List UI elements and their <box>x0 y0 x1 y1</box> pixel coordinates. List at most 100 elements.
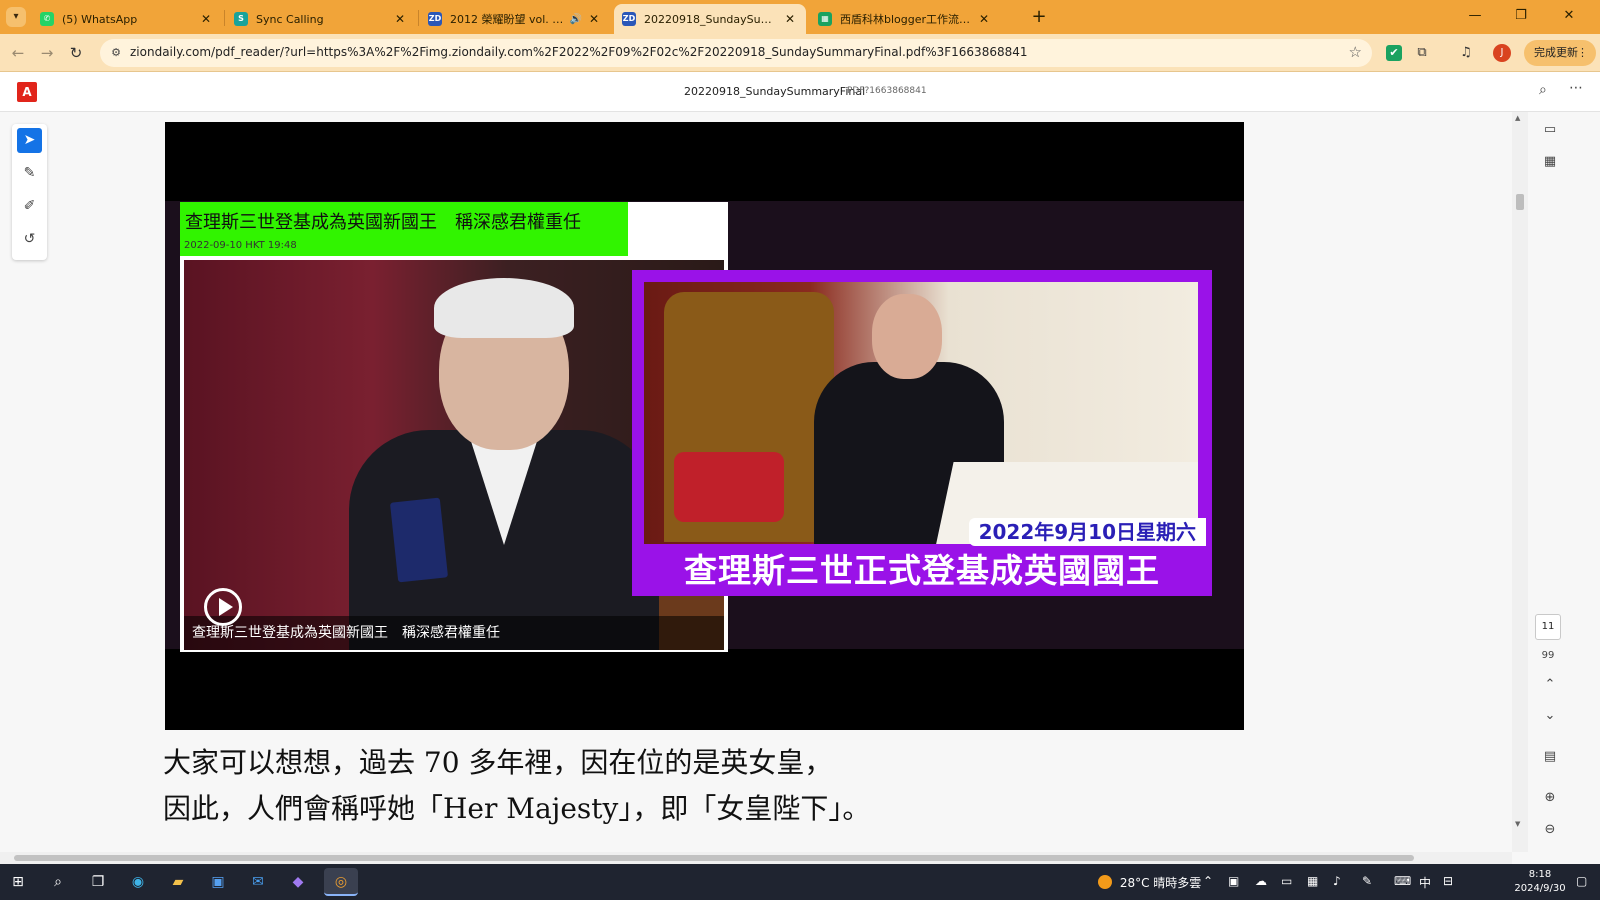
tab-sunday-summary-pdf[interactable]: ZD 20220918_SundaySummaryFi ✕ <box>614 4 806 34</box>
inset-title-banner: 查理斯三世正式登基成英國國王 <box>632 548 1212 594</box>
tab-zion-daily-vol-658[interactable]: ZD 2012 榮耀盼望 vol. 658 — 🔊 ✕ <box>420 4 610 34</box>
zion-daily-icon: ZD <box>428 12 442 26</box>
microsoft-store-icon[interactable]: ▣ <box>204 868 232 896</box>
tab-search-button[interactable]: ▾ <box>6 7 26 27</box>
video-caption: 查理斯三世登基成為英國新國王 稱深感君權重任 <box>192 625 500 641</box>
meet-now-icon[interactable]: ▣ <box>1228 874 1239 888</box>
weather-sun-icon <box>1098 875 1112 889</box>
restore-button[interactable]: ❐ <box>1498 0 1544 32</box>
task-view-icon[interactable]: ❐ <box>84 868 112 896</box>
browser-toolbar: ← → ↻ ⚙ ziondaily.com/pdf_reader/?url=ht… <box>0 34 1600 72</box>
right-tool-rail: ▭ ▦ 11 99 ⌃ ⌄ ▤ ⊕ ⊖ <box>1530 112 1570 852</box>
highlight-pen-icon[interactable]: ✐ <box>17 194 42 219</box>
paragraph-line: 大家可以想想，過去 70 多年裡，因在位的是英女皇， <box>163 746 833 779</box>
zoom-out-icon[interactable]: ⊖ <box>1540 820 1560 840</box>
weather-text: 28°C 晴時多雲 <box>1119 876 1202 890</box>
battery-icon[interactable]: ▭ <box>1281 874 1292 888</box>
close-icon[interactable]: ✕ <box>976 12 992 26</box>
annotation-toolbar: ➤ ✎ ✐ ↺ <box>12 124 47 260</box>
king-hair <box>434 278 574 338</box>
weather-widget[interactable]: 28°C 晴時多雲 <box>1098 874 1201 891</box>
chevron-up-icon[interactable]: ⌃ <box>1540 675 1560 695</box>
keyboard-icon[interactable]: ⌨ <box>1394 874 1411 888</box>
pdf-document-area[interactable]: 查理斯三世登基成為英國新國王 稱深感君權重任 2022-09-10 HKT 19… <box>55 112 1545 852</box>
document-paragraph: 大家可以想想，過去 70 多年裡，因在位的是英女皇， 因此，人們會稱呼她「Her… <box>163 740 870 832</box>
select-cursor-icon[interactable]: ➤ <box>17 128 42 153</box>
article-date: 2022-09-10 HKT 19:48 <box>184 240 297 251</box>
tab-title: (5) WhatsApp <box>62 12 138 26</box>
system-clock[interactable]: 8:18 2024/9/30 <box>1510 868 1570 896</box>
update-button[interactable]: 完成更新 ⋮ <box>1524 40 1596 66</box>
close-window-button[interactable]: ✕ <box>1546 0 1592 32</box>
update-label: 完成更新 <box>1534 46 1578 59</box>
address-bar[interactable]: ⚙ ziondaily.com/pdf_reader/?url=https%3A… <box>100 39 1372 67</box>
scroll-up-arrow-icon[interactable]: ▲ <box>1515 114 1520 122</box>
pdf-viewer-header: A 20220918_SundaySummaryFinal PDF?166386… <box>0 72 1600 112</box>
close-icon[interactable]: ✕ <box>782 12 798 26</box>
tab-sync-calling[interactable]: S Sync Calling ✕ <box>226 4 416 34</box>
extension-check-icon[interactable]: ✔ <box>1386 45 1402 61</box>
copilot-icon[interactable]: ◆ <box>284 868 312 896</box>
extensions-puzzle-icon[interactable]: ⧉ <box>1412 43 1432 63</box>
sync-calling-icon: S <box>234 12 248 26</box>
bookmark-star-icon[interactable]: ☆ <box>1349 43 1362 61</box>
close-icon[interactable]: ✕ <box>392 12 408 26</box>
site-info-icon[interactable]: ⚙ <box>108 45 124 61</box>
current-page-field[interactable]: 11 <box>1535 614 1561 640</box>
king-signing-photo <box>644 282 1198 544</box>
network-icon[interactable]: ▦ <box>1307 874 1318 888</box>
minimize-button[interactable]: — <box>1452 0 1498 32</box>
tab-google-sheets[interactable]: ▦ 西盾科林blogger工作流程 - Go ✕ <box>810 4 1000 34</box>
total-pages: 99 <box>1541 650 1555 661</box>
play-icon <box>204 588 242 626</box>
clock-date: 2024/9/30 <box>1514 883 1566 894</box>
forward-button[interactable]: → <box>37 43 57 63</box>
article-headline: 查理斯三世登基成為英國新國王 稱深感君權重任 <box>185 212 581 233</box>
inset-date-banner: 2022年9月10日星期六 <box>968 518 1206 546</box>
close-icon[interactable]: ✕ <box>198 12 214 26</box>
windows-start-icon[interactable]: ⊞ <box>4 868 32 896</box>
horizontal-scrollbar[interactable] <box>0 852 1512 864</box>
tab-title: 2012 榮耀盼望 vol. 658 — <box>450 13 566 26</box>
search-icon[interactable]: ⌕ <box>44 868 72 896</box>
tab-whatsapp[interactable]: ✆ (5) WhatsApp ✕ <box>32 4 222 34</box>
horizontal-scroll-thumb[interactable] <box>14 855 1414 861</box>
onedrive-cloud-icon[interactable]: ☁ <box>1255 874 1267 888</box>
input-method-icon[interactable]: ⊟ <box>1443 874 1453 888</box>
tab-strip: ▾ ✆ (5) WhatsApp ✕ S Sync Calling ✕ ZD 2… <box>0 0 1600 34</box>
profile-avatar[interactable]: J <box>1493 44 1511 62</box>
close-icon[interactable]: ✕ <box>586 12 602 26</box>
show-hidden-icons-icon[interactable]: ⌃ <box>1203 874 1213 888</box>
media-controls-icon[interactable]: ♫ <box>1456 43 1476 63</box>
tab-title: 西盾科林blogger工作流程 - Go <box>840 13 972 26</box>
notifications-icon[interactable]: ▢ <box>1576 874 1587 888</box>
reload-button[interactable]: ↻ <box>66 43 86 63</box>
ime-mode[interactable]: 中 <box>1419 874 1431 891</box>
edge-browser-icon[interactable]: ◉ <box>124 868 152 896</box>
tab-title: Sync Calling <box>256 12 324 26</box>
url-text[interactable]: ziondaily.com/pdf_reader/?url=https%3A%2… <box>130 45 1028 59</box>
thumbnails-grid-icon[interactable]: ▦ <box>1540 152 1560 172</box>
mail-icon[interactable]: ✉ <box>244 868 272 896</box>
volume-icon[interactable]: ♪ <box>1333 874 1341 888</box>
back-button[interactable]: ← <box>8 43 28 63</box>
new-tab-button[interactable]: + <box>1028 6 1050 28</box>
page-settings-icon[interactable]: ▤ <box>1540 747 1560 767</box>
whatsapp-icon: ✆ <box>40 12 54 26</box>
more-options-icon[interactable]: ⋯ <box>1569 80 1583 96</box>
paragraph-line: 因此，人們會稱呼她「Her Majesty」，即「女皇陛下」。 <box>163 792 871 825</box>
pen-icon[interactable]: ✎ <box>1362 874 1372 888</box>
speaker-icon[interactable]: 🔊 <box>570 14 582 25</box>
chrome-browser-icon[interactable]: ◎ <box>324 868 358 896</box>
file-explorer-icon[interactable]: ▰ <box>164 868 192 896</box>
clock-time: 8:18 <box>1528 869 1552 880</box>
search-icon[interactable]: ⌕ <box>1539 82 1547 98</box>
vertical-scroll-thumb[interactable] <box>1516 194 1524 210</box>
scroll-down-arrow-icon[interactable]: ▼ <box>1515 820 1520 828</box>
add-comment-icon[interactable]: ✎ <box>17 161 42 186</box>
zoom-in-icon[interactable]: ⊕ <box>1540 788 1560 808</box>
vertical-scrollbar[interactable]: ▲ ▼ <box>1512 112 1528 852</box>
chevron-down-icon[interactable]: ⌄ <box>1540 706 1560 726</box>
freehand-draw-icon[interactable]: ↺ <box>17 227 42 252</box>
comments-icon[interactable]: ▭ <box>1540 120 1560 140</box>
